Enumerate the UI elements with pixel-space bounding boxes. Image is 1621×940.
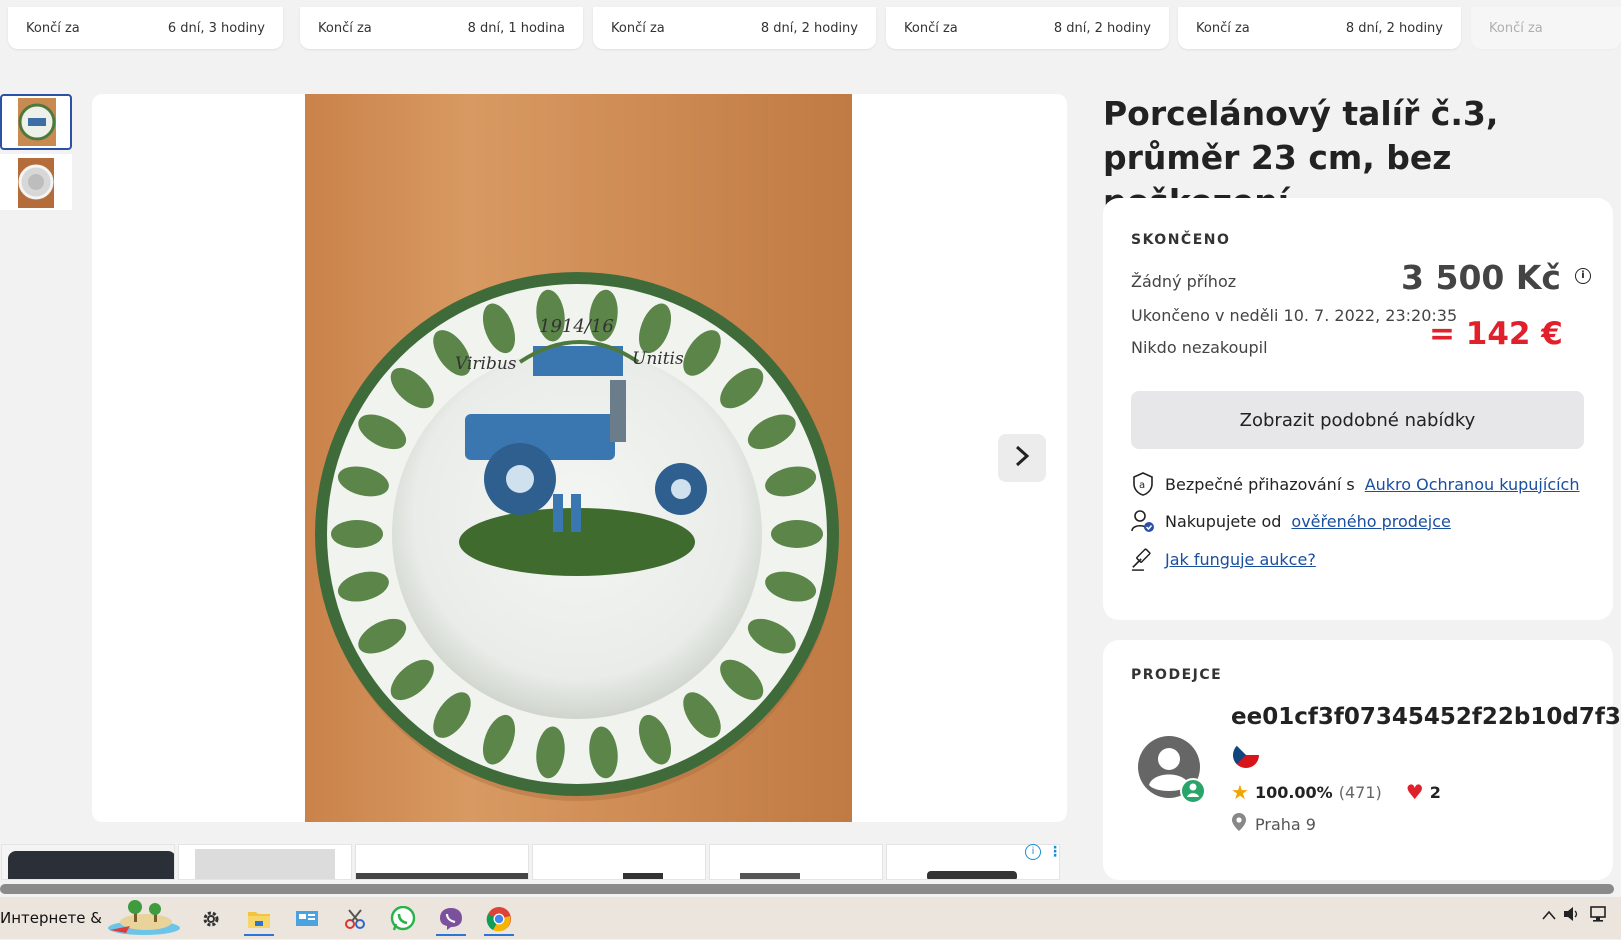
carousel-card[interactable]: Končí za 8 dní, 2 hodiny (886, 7, 1169, 49)
product-photo[interactable]: 1914/16 Viribus Unitis (305, 94, 852, 822)
svg-text:a: a (1139, 480, 1145, 491)
chevron-right-icon (1012, 442, 1032, 475)
bid-count-text: Žádný příhoz (1131, 272, 1237, 291)
safe-bidding-row: a Bezpečné přihazování s Aukro Ochranou … (1131, 472, 1580, 496)
ends-in-label: Končí za (1196, 20, 1250, 36)
buyer-status-text: Nikdo nezakoupil (1131, 338, 1268, 357)
seller-rating-row: ★ 100.00% (471) ♥ 2 (1231, 780, 1441, 804)
seller-favorites-count: 2 (1429, 782, 1441, 802)
plate-year-text: 1914/16 (539, 316, 614, 337)
ends-in-label: Končí za (26, 20, 80, 36)
file-explorer-icon[interactable] (244, 904, 274, 936)
how-auction-works-row: Jak funguje aukce? (1131, 547, 1316, 571)
plate-back-thumbnail-image (18, 158, 54, 208)
control-panel-icon[interactable] (292, 904, 322, 934)
island-search-highlight-icon[interactable] (104, 900, 182, 936)
seller-location-row: Praha 9 (1231, 812, 1316, 836)
user-avatar-icon (1138, 736, 1206, 804)
plate-motto-left-text: Viribus (455, 354, 517, 374)
how-auction-works-link[interactable]: Jak funguje aukce? (1165, 550, 1316, 569)
verified-user-icon (1131, 509, 1155, 533)
whatsapp-icon[interactable] (388, 904, 418, 934)
auction-price-card: SKONČENO Žádný příhoz 3 500 Kč i Ukončen… (1103, 198, 1613, 620)
star-icon: ★ (1231, 780, 1249, 804)
ends-in-value: 8 dní, 2 hodiny (1345, 20, 1443, 36)
ends-in-label: Končí za (318, 20, 372, 36)
seller-heading: PRODEJCE (1131, 667, 1223, 683)
ends-in-label: Končí za (1489, 20, 1543, 36)
porcelain-plate-image: 1914/16 Viribus Unitis (315, 272, 839, 801)
verified-seller-link[interactable]: ověřeného prodejce (1291, 512, 1450, 531)
price-eur: = 142 € (1429, 316, 1563, 352)
ad-item[interactable] (1, 844, 175, 880)
ad-strip: i ⋮ (0, 844, 1062, 880)
verified-seller-row: Nakupujete od ověřeného prodejce (1131, 509, 1451, 533)
ad-item[interactable] (532, 844, 706, 880)
shield-icon: a (1131, 472, 1155, 496)
seller-rating-count[interactable]: (471) (1339, 783, 1382, 802)
chrome-browser-icon[interactable] (484, 904, 514, 936)
location-pin-icon (1231, 812, 1247, 836)
ends-in-label: Končí za (611, 20, 665, 36)
snipping-tool-icon[interactable] (340, 904, 370, 934)
viber-icon[interactable] (436, 904, 466, 936)
settings-gear-icon[interactable] (196, 904, 226, 934)
ad-item[interactable] (178, 844, 352, 880)
carousel-card[interactable]: Končí za 6 dní, 3 hodiny (8, 7, 283, 49)
show-similar-offers-button[interactable]: Zobrazit podobné nabídky (1131, 391, 1584, 449)
plate-motto-right-text: Unitis (632, 349, 684, 369)
info-icon[interactable]: i (1575, 268, 1591, 284)
ends-in-value: 6 dní, 3 hodiny (167, 20, 265, 36)
verified-text: Nakupujete od (1165, 511, 1282, 531)
carousel-card[interactable]: Končí za (1471, 7, 1621, 49)
ad-info-icon[interactable]: i (1025, 844, 1041, 860)
ends-in-value: 8 dní, 2 hodiny (1053, 20, 1151, 36)
plate-front-thumbnail-image (18, 98, 56, 146)
network-icon[interactable] (1590, 906, 1610, 928)
gavel-icon (1131, 547, 1155, 571)
oak-leaf-decoration (331, 520, 383, 548)
tray-chevron-up-icon[interactable] (1542, 908, 1556, 924)
carousel-card[interactable]: Končí za 8 dní, 1 hodina (300, 7, 583, 49)
speaker-volume-icon[interactable] (1563, 906, 1581, 926)
ends-in-value: 8 dní, 1 hodina (467, 20, 565, 36)
ad-item[interactable] (355, 844, 529, 880)
ad-menu-icon[interactable]: ⋮ (1048, 844, 1062, 860)
carousel-card[interactable]: Končí za 8 dní, 2 hodiny (1178, 7, 1461, 49)
buyer-protection-link[interactable]: Aukro Ochranou kupujících (1365, 475, 1580, 494)
seller-rating: 100.00% (1254, 782, 1333, 802)
auction-status-label: SKONČENO (1131, 232, 1231, 248)
heart-icon: ♥ (1405, 780, 1424, 804)
ends-in-label: Končí za (904, 20, 958, 36)
gallery-thumbnail-1[interactable] (0, 94, 72, 150)
taskbar-search-text[interactable]: Интернете & (0, 909, 102, 927)
auction-ended-text: Ukončeno v neděli 10. 7. 2022, 23:20:35 (1131, 306, 1458, 325)
safe-bidding-text: Bezpečné přihazování s (1165, 474, 1355, 494)
final-price: 3 500 Kč (1401, 258, 1561, 297)
seller-name[interactable]: ee01cf3f07345452f22b10d7f39a31 (1231, 704, 1621, 730)
ad-item[interactable] (709, 844, 883, 880)
carousel-card[interactable]: Končí za 8 dní, 2 hodiny (593, 7, 876, 49)
next-image-button[interactable] (998, 434, 1046, 482)
seller-location: Praha 9 (1255, 814, 1316, 834)
horizontal-scrollbar[interactable] (0, 884, 1614, 894)
czech-flag-icon (1233, 742, 1259, 768)
oak-leaf-decoration (771, 520, 823, 548)
ending-soon-carousel: Končí za 6 dní, 3 hodiny Končí za 8 dní,… (0, 0, 1621, 60)
avatar[interactable] (1137, 735, 1206, 804)
gallery-thumbnail-2[interactable] (0, 154, 72, 210)
ends-in-value: 8 dní, 2 hodiny (760, 20, 858, 36)
seller-card: PRODEJCE ee01cf3f07345452f22b10d7f39a31 … (1103, 640, 1621, 880)
